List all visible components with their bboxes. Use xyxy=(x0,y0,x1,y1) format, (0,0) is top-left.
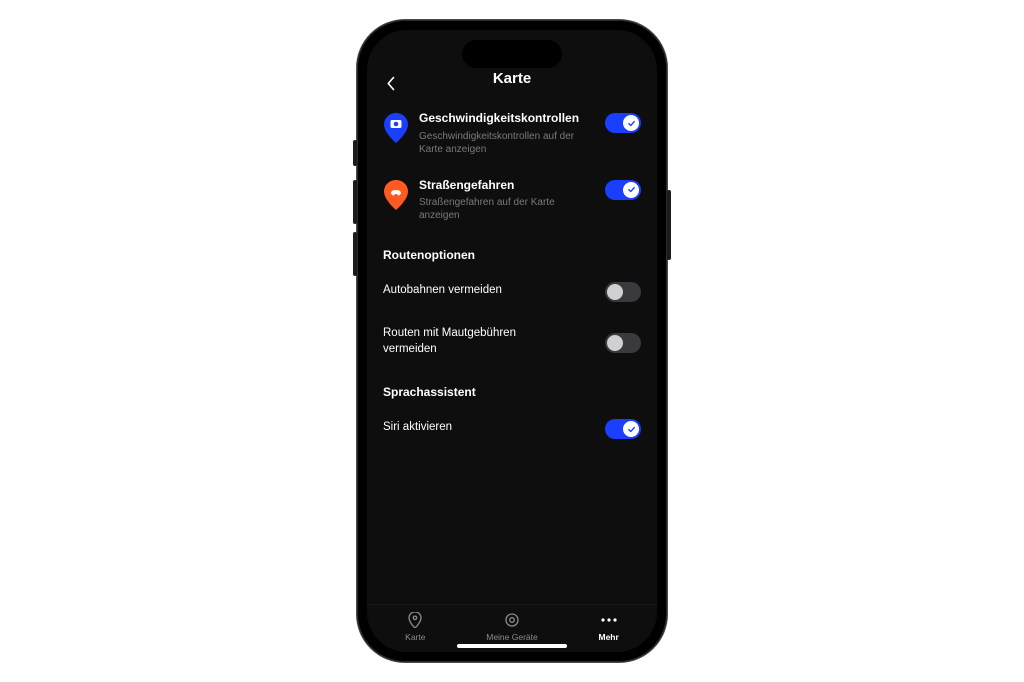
speed-cameras-toggle[interactable] xyxy=(605,113,641,133)
tab-label: Mehr xyxy=(598,632,618,642)
setting-title: Straßengefahren xyxy=(419,178,595,194)
target-icon xyxy=(503,611,521,629)
check-icon xyxy=(627,425,636,434)
more-icon xyxy=(600,611,618,629)
tab-label: Karte xyxy=(405,632,425,642)
tab-bar: Karte Meine Geräte Mehr xyxy=(367,604,657,652)
toggle-knob xyxy=(623,421,639,437)
back-button[interactable] xyxy=(381,74,399,92)
avoid-tolls-toggle[interactable] xyxy=(605,333,641,353)
setting-road-hazards: Straßengefahren Straßengefahren auf der … xyxy=(383,170,641,237)
side-button xyxy=(353,140,357,166)
dynamic-island xyxy=(462,40,562,68)
setting-label: Siri aktivieren xyxy=(383,420,452,436)
speed-camera-pin-icon xyxy=(383,113,409,145)
section-heading-routes: Routenoptionen xyxy=(383,236,641,272)
setting-title: Geschwindigkeitskontrollen xyxy=(419,111,595,127)
tab-more[interactable]: Mehr xyxy=(569,611,649,642)
setting-siri: Siri aktivieren xyxy=(383,409,641,455)
toggle-knob xyxy=(607,335,623,351)
volume-down-button xyxy=(353,232,357,276)
siri-toggle[interactable] xyxy=(605,419,641,439)
setting-avoid-highways: Autobahnen vermeiden xyxy=(383,272,641,318)
check-icon xyxy=(627,119,636,128)
tab-map[interactable]: Karte xyxy=(375,611,455,642)
setting-avoid-tolls: Routen mit Mautgebühren vermeiden xyxy=(383,318,641,373)
setting-subtitle: Geschwindigkeitskontrollen auf der Karte… xyxy=(419,130,595,156)
power-button xyxy=(667,190,671,260)
setting-subtitle: Straßengefahren auf der Karte anzeigen xyxy=(419,196,595,222)
road-hazards-toggle[interactable] xyxy=(605,180,641,200)
setting-label: Autobahnen vermeiden xyxy=(383,283,502,299)
toggle-knob xyxy=(623,115,639,131)
section-heading-voice: Sprachassistent xyxy=(383,373,641,409)
setting-speed-cameras: Geschwindigkeitskontrollen Geschwindigke… xyxy=(383,103,641,170)
home-indicator[interactable] xyxy=(457,644,567,648)
tab-devices[interactable]: Meine Geräte xyxy=(472,611,552,642)
page-title: Karte xyxy=(493,70,531,87)
screen: Karte Geschwindigkeitskontrollen Geschwi… xyxy=(367,30,657,652)
avoid-highways-toggle[interactable] xyxy=(605,282,641,302)
phone-frame: Karte Geschwindigkeitskontrollen Geschwi… xyxy=(357,20,667,662)
settings-content: Geschwindigkeitskontrollen Geschwindigke… xyxy=(367,97,657,604)
toggle-knob xyxy=(623,182,639,198)
volume-up-button xyxy=(353,180,357,224)
map-pin-icon xyxy=(406,611,424,629)
chevron-left-icon xyxy=(386,76,395,91)
tab-label: Meine Geräte xyxy=(486,632,538,642)
setting-label: Routen mit Mautgebühren vermeiden xyxy=(383,326,553,357)
toggle-knob xyxy=(607,284,623,300)
road-hazard-pin-icon xyxy=(383,180,409,212)
check-icon xyxy=(627,185,636,194)
